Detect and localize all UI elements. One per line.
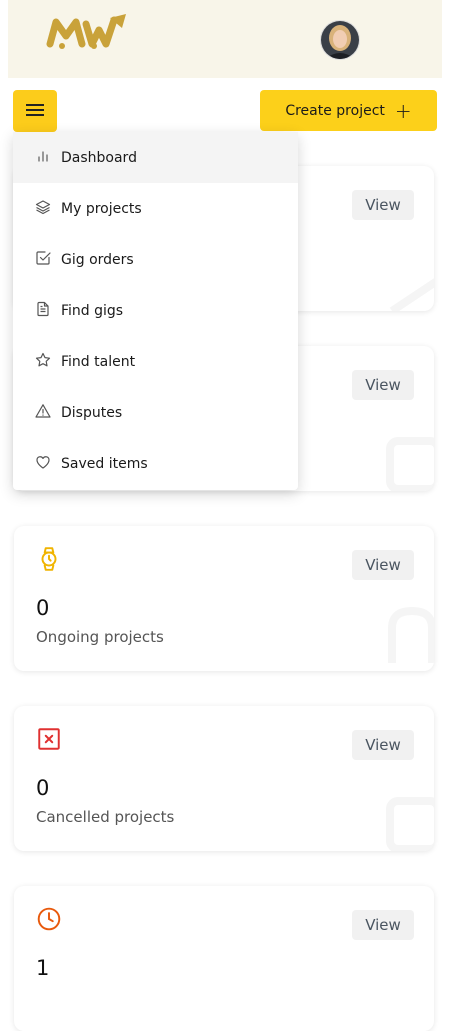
view-button[interactable]: View (352, 370, 414, 400)
ongoing-projects-card: 0 Ongoing projects View (14, 526, 434, 671)
hamburger-menu-button[interactable] (13, 90, 57, 132)
cancelled-count: 0 (36, 776, 50, 800)
view-button[interactable]: View (352, 550, 414, 580)
watch-icon (36, 546, 62, 572)
view-button[interactable]: View (352, 730, 414, 760)
bar-chart-icon (35, 148, 51, 168)
menu-item-find-talent[interactable]: Find talent (13, 336, 298, 387)
create-project-label: Create project (285, 102, 385, 119)
menu-item-label: My projects (61, 200, 142, 217)
cancelled-projects-card: 0 Cancelled projects View (14, 706, 434, 851)
brand-logo[interactable] (46, 12, 130, 54)
alert-triangle-icon (35, 403, 51, 423)
menu-item-saved-items[interactable]: Saved items (13, 438, 298, 489)
navigation-dropdown: Dashboard My projects Gig orders Find gi… (13, 132, 298, 490)
check-square-icon (35, 250, 51, 270)
menu-item-label: Dashboard (61, 149, 137, 166)
view-button[interactable]: View (352, 190, 414, 220)
create-project-button[interactable]: Create project + (260, 90, 437, 131)
menu-item-dashboard[interactable]: Dashboard (13, 132, 298, 183)
menu-item-label: Disputes (61, 404, 123, 421)
clock-icon (36, 906, 62, 932)
heart-icon (35, 454, 51, 474)
app-header (8, 0, 442, 78)
layers-icon (35, 199, 51, 219)
ongoing-label: Ongoing projects (36, 628, 164, 646)
decorative-shape (382, 433, 434, 491)
menu-icon (26, 103, 44, 120)
file-text-icon (35, 301, 51, 321)
menu-item-find-gigs[interactable]: Find gigs (13, 285, 298, 336)
x-square-icon (36, 726, 62, 752)
menu-item-label: Gig orders (61, 251, 134, 268)
view-button[interactable]: View (352, 910, 414, 940)
menu-item-label: Find talent (61, 353, 136, 370)
plus-icon: + (394, 98, 412, 123)
stat-card: 1 View (14, 886, 434, 1031)
star-icon (35, 352, 51, 372)
decorative-shape (382, 793, 434, 851)
menu-item-gig-orders[interactable]: Gig orders (13, 234, 298, 285)
stat-count: 1 (36, 956, 50, 980)
decorative-shape (382, 273, 434, 311)
ongoing-count: 0 (36, 596, 50, 620)
cancelled-label: Cancelled projects (36, 808, 175, 826)
menu-item-my-projects[interactable]: My projects (13, 183, 298, 234)
menu-item-disputes[interactable]: Disputes (13, 387, 298, 438)
menu-item-label: Saved items (61, 455, 148, 472)
menu-item-label: Find gigs (61, 302, 124, 319)
decorative-shape (382, 603, 434, 671)
user-avatar[interactable] (320, 20, 360, 60)
